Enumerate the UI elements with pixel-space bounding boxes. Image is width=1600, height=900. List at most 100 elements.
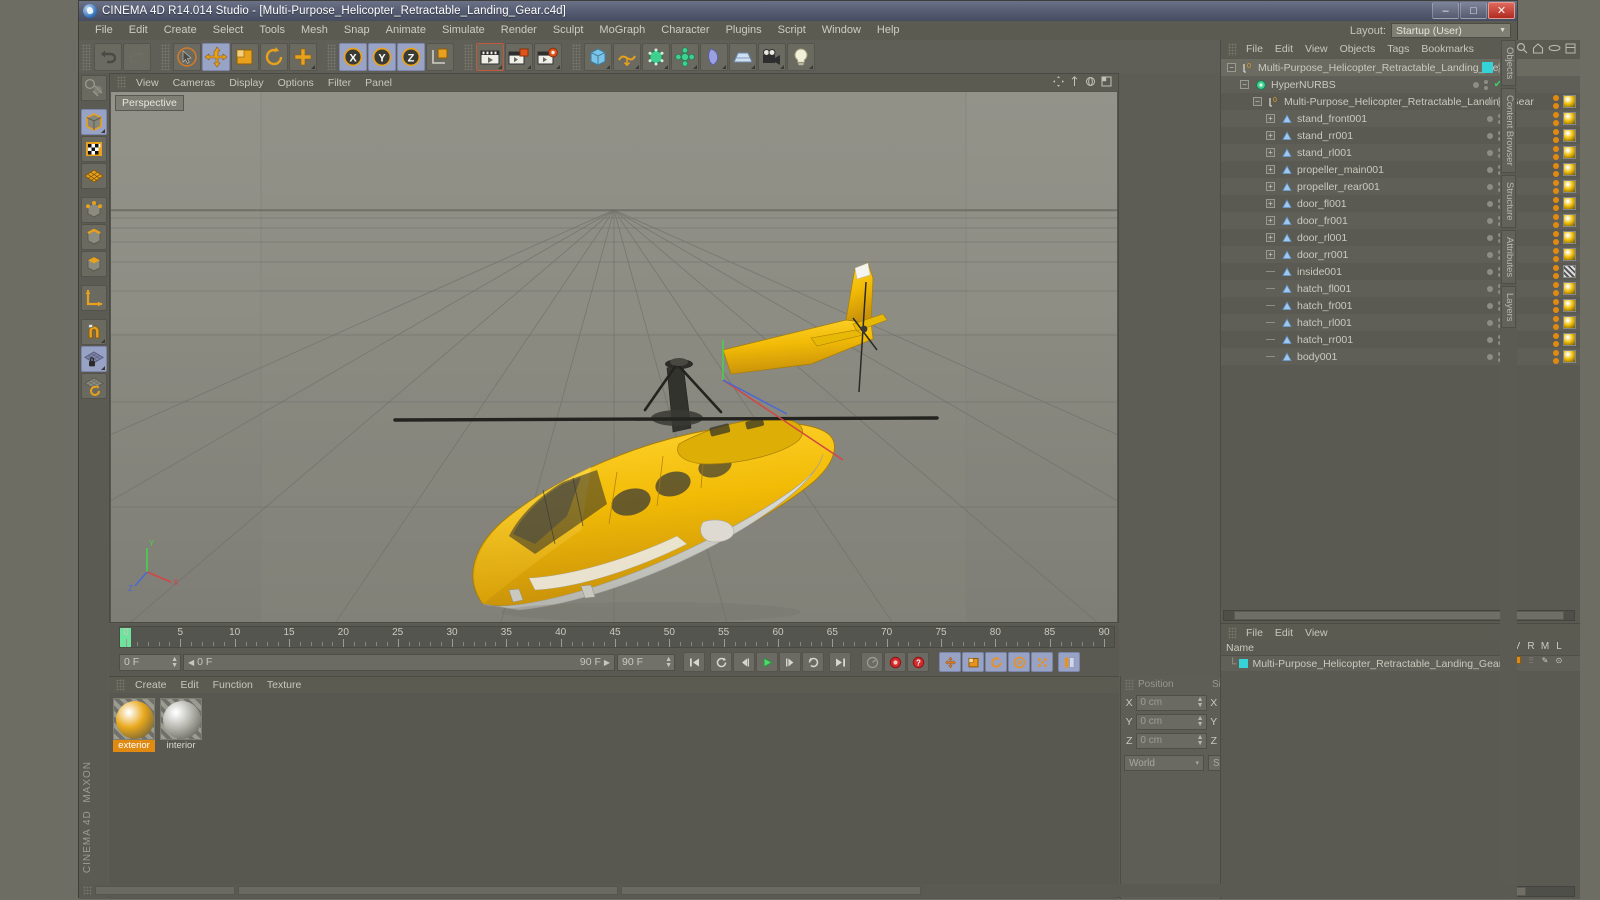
object-tags[interactable] (1553, 178, 1576, 195)
material-tag-icon[interactable] (1563, 282, 1576, 295)
coordinate-spinner-icon[interactable]: ▲▼ (1197, 715, 1204, 728)
position-key-button[interactable] (939, 652, 961, 672)
object-row[interactable]: + door_fr001 (1221, 212, 1580, 229)
material-tag-icon[interactable] (1563, 248, 1576, 261)
object-tags[interactable] (1553, 144, 1576, 161)
viewport-menu-options[interactable]: Options (271, 77, 321, 89)
object-manager-hscrollbar[interactable] (1223, 610, 1575, 621)
cube-primitive-button[interactable] (584, 42, 612, 71)
toolbar-grip[interactable] (82, 43, 91, 70)
object-tags[interactable] (1553, 229, 1576, 246)
y-axis-lock-button[interactable]: Y (368, 42, 396, 71)
object-layer-color[interactable] (1482, 62, 1493, 73)
material-list[interactable]: exterior interior (109, 694, 1119, 900)
material-tag-icon[interactable] (1563, 129, 1576, 142)
tree-expander[interactable]: + (1266, 165, 1277, 174)
object-menu-bookmarks[interactable]: Bookmarks (1415, 43, 1480, 55)
magnet-button[interactable] (80, 319, 107, 345)
material-item[interactable]: exterior (113, 698, 155, 896)
object-row[interactable]: + door_rl001 (1221, 229, 1580, 246)
rotation-key-button[interactable] (985, 652, 1007, 672)
menu-item-sculpt[interactable]: Sculpt (545, 21, 592, 40)
menu-item-mograph[interactable]: MoGraph (591, 21, 653, 40)
menu-item-window[interactable]: Window (814, 21, 869, 40)
parameter-key-button[interactable]: P (1008, 652, 1030, 672)
layer-color-swatch[interactable] (1239, 659, 1249, 668)
layout-dropdown[interactable]: Startup (User) ▼ (1391, 23, 1511, 38)
maximize-button[interactable]: □ (1460, 2, 1487, 19)
go-to-start-button[interactable] (683, 652, 705, 672)
visibility-editor-dot[interactable] (1487, 98, 1493, 105)
expander-icon[interactable]: + (1266, 114, 1275, 123)
points-mode-button[interactable] (80, 197, 107, 223)
deformer-button[interactable] (700, 42, 728, 71)
coordinate-spinner-icon[interactable]: ▲▼ (1197, 696, 1204, 709)
visibility-editor-dot[interactable] (1487, 217, 1493, 224)
render-view-button[interactable] (476, 42, 504, 71)
menu-item-file[interactable]: File (87, 21, 121, 40)
material-menu-create[interactable]: Create (128, 679, 174, 691)
make-editable-button[interactable] (80, 75, 107, 101)
object-row[interactable]: body001 (1221, 348, 1580, 365)
visibility-editor-dot[interactable] (1487, 149, 1493, 156)
object-row[interactable]: hatch_fr001 (1221, 297, 1580, 314)
material-menu-edit[interactable]: Edit (174, 679, 206, 691)
close-button[interactable]: ✕ (1488, 2, 1515, 19)
viewport-menu-panel[interactable]: Panel (358, 77, 399, 89)
material-tag-icon[interactable] (1563, 95, 1576, 108)
menu-item-plugins[interactable]: Plugins (718, 21, 770, 40)
expander-icon[interactable]: − (1227, 63, 1236, 72)
material-thumbnail[interactable] (113, 698, 155, 740)
play-button[interactable] (756, 652, 778, 672)
visibility-editor-dot[interactable] (1487, 115, 1493, 122)
status-grip[interactable] (83, 886, 92, 895)
tree-expander[interactable]: + (1266, 182, 1277, 191)
object-manager-grip[interactable] (1228, 42, 1237, 56)
object-row[interactable]: + stand_rl001 (1221, 144, 1580, 161)
material-tag-icon[interactable] (1563, 163, 1576, 176)
menu-item-animate[interactable]: Animate (378, 21, 434, 40)
material-tag-icon[interactable] (1563, 231, 1576, 244)
edges-mode-button[interactable] (80, 224, 107, 250)
material-thumbnail[interactable] (160, 698, 202, 740)
object-menu-view[interactable]: View (1299, 43, 1334, 55)
pla-key-button[interactable] (1031, 652, 1053, 672)
object-tags[interactable] (1553, 212, 1576, 229)
expander-icon[interactable]: + (1266, 199, 1275, 208)
object-menu-objects[interactable]: Objects (1334, 43, 1382, 55)
camera-button[interactable] (758, 42, 786, 71)
layer-manager-grip[interactable] (1228, 626, 1237, 639)
object-row[interactable]: hatch_fl001 (1221, 280, 1580, 297)
expander-icon[interactable]: + (1266, 216, 1275, 225)
menu-item-simulate[interactable]: Simulate (434, 21, 493, 40)
tree-expander[interactable]: + (1266, 199, 1277, 208)
zoom-icon[interactable] (1069, 75, 1080, 90)
undo-button[interactable] (94, 42, 122, 71)
model-mode-button[interactable] (80, 109, 107, 135)
tree-expander[interactable] (1266, 288, 1277, 289)
layer-render-toggle[interactable]: ⫶⫶ (1524, 656, 1538, 671)
object-row[interactable]: −0 Multi-Purpose_Helicopter_Retractable_L… (1221, 93, 1580, 110)
object-tags[interactable] (1553, 280, 1576, 297)
material-grip[interactable] (116, 679, 125, 691)
object-tags[interactable] (1553, 93, 1576, 110)
object-tags[interactable] (1553, 331, 1576, 348)
tree-expander[interactable]: + (1266, 114, 1277, 123)
expander-icon[interactable]: + (1266, 148, 1275, 157)
step-back-button[interactable] (733, 652, 755, 672)
material-tag-icon[interactable] (1563, 265, 1576, 278)
polygons-mode-button[interactable] (80, 251, 107, 277)
x-axis-lock-button[interactable]: X (339, 42, 367, 71)
menu-item-mesh[interactable]: Mesh (293, 21, 336, 40)
axis-mode-button[interactable] (80, 285, 107, 311)
layer-menu-edit[interactable]: Edit (1269, 627, 1299, 639)
current-frame-field[interactable]: 0 F ▲ ▼ (119, 653, 181, 671)
expander-icon[interactable]: + (1266, 250, 1275, 259)
toolbar-grip-4[interactable] (464, 43, 473, 70)
object-row[interactable]: hatch_rr001 (1221, 331, 1580, 348)
preview-range-bar[interactable]: ◀ 0 F 90 F ▶ (183, 653, 615, 671)
visibility-editor-dot[interactable] (1487, 336, 1493, 343)
visibility-editor-dot[interactable] (1487, 200, 1493, 207)
tree-expander[interactable] (1266, 305, 1277, 306)
live-selection-button[interactable] (173, 42, 201, 71)
